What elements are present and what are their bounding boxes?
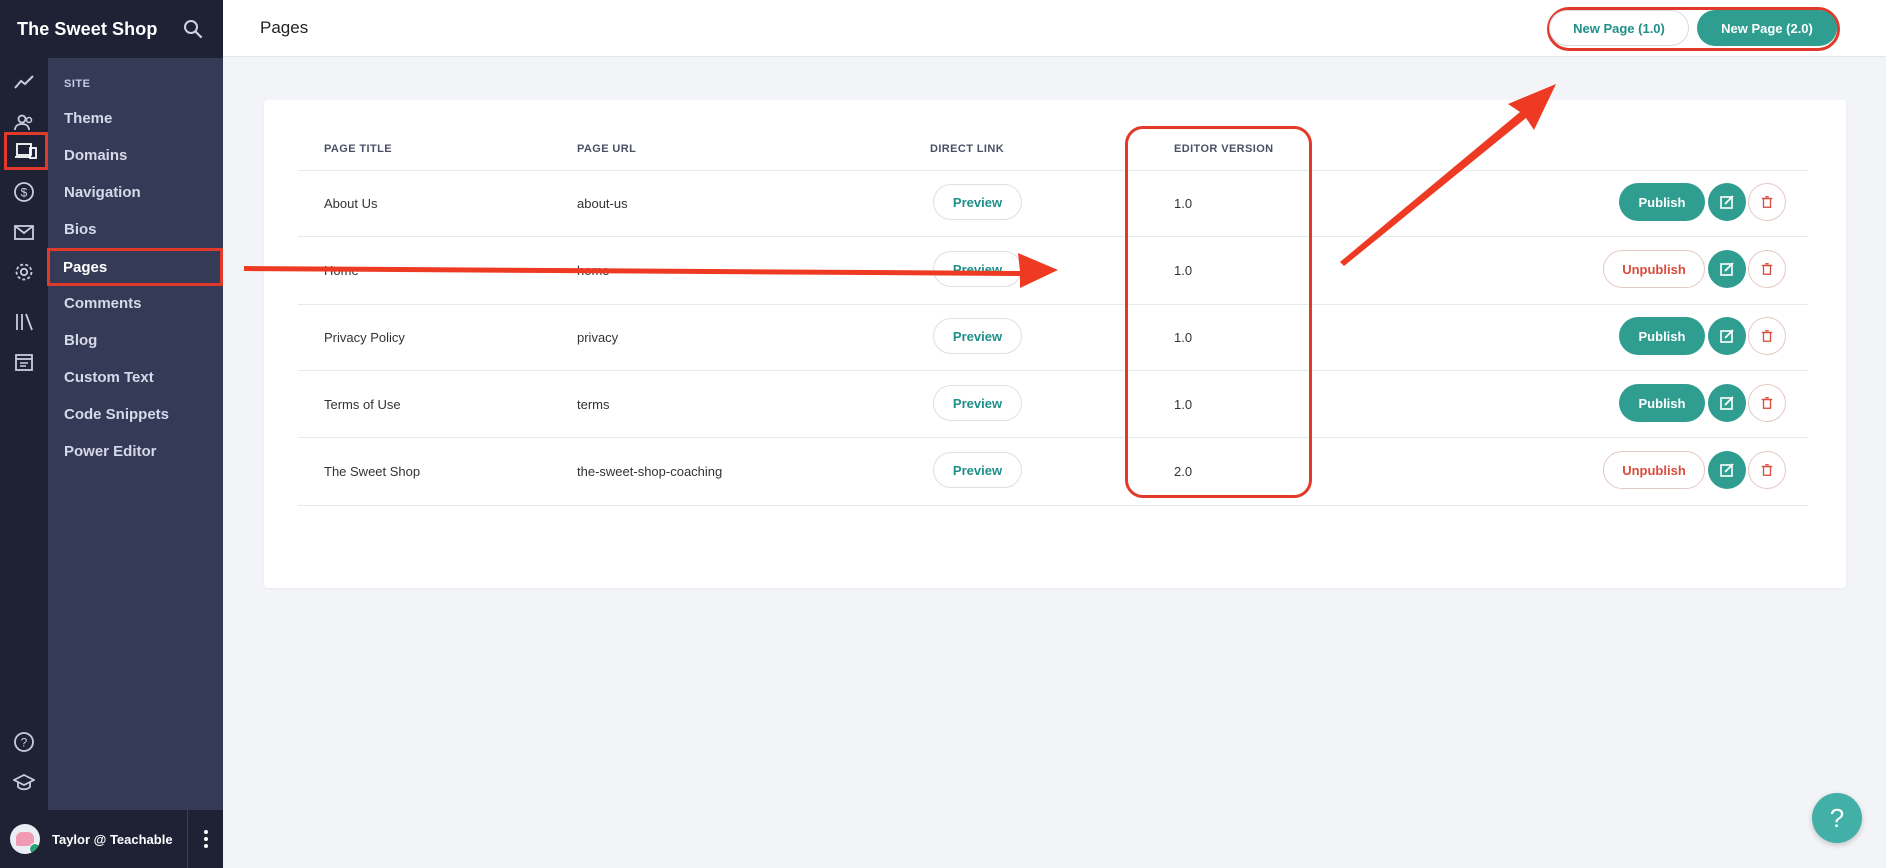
row-1-edit-icon[interactable]	[1708, 183, 1746, 221]
row-3-url: privacy	[577, 330, 619, 345]
calendar-icon[interactable]	[0, 342, 48, 382]
column-header-link: DIRECT LINK	[930, 143, 1005, 155]
row-4-title: Terms of Use	[324, 397, 401, 412]
submenu-item-power-editor[interactable]: Power Editor	[48, 433, 223, 469]
submenu-item-bios[interactable]: Bios	[48, 211, 223, 247]
row-3-delete-icon[interactable]	[1748, 317, 1786, 355]
search-icon[interactable]	[183, 19, 203, 39]
library-icon[interactable]	[0, 302, 48, 342]
more-options-icon[interactable]	[187, 810, 223, 868]
editor-version-highlight	[1125, 126, 1312, 498]
new-page-1-button[interactable]: New Page (1.0)	[1549, 10, 1689, 46]
header-divider	[298, 170, 1808, 171]
analytics-icon[interactable]	[0, 62, 48, 102]
row-1-url: about-us	[577, 196, 628, 211]
help-icon[interactable]: ?	[0, 722, 48, 762]
row-2-title: Home	[324, 263, 359, 278]
row-1-title: About Us	[324, 196, 378, 211]
row-5-preview-button[interactable]: Preview	[933, 452, 1022, 488]
new-page-2-button[interactable]: New Page (2.0)	[1697, 10, 1837, 46]
sales-icon[interactable]: $	[0, 172, 48, 212]
row-3-title: Privacy Policy	[324, 330, 405, 345]
submenu-item-navigation[interactable]: Navigation	[48, 174, 223, 210]
row-divider	[298, 370, 1808, 371]
row-4-url: terms	[577, 397, 610, 412]
svg-text:?: ?	[21, 736, 28, 750]
column-header-title: PAGE TITLE	[324, 143, 392, 155]
submenu-item-pages[interactable]: Pages	[47, 248, 223, 286]
row-divider	[298, 505, 1808, 506]
row-2-url: home	[577, 263, 610, 278]
row-4-edit-icon[interactable]	[1708, 384, 1746, 422]
row-divider	[298, 437, 1808, 438]
row-2-preview-button[interactable]: Preview	[933, 251, 1022, 287]
school-icon[interactable]	[0, 762, 48, 802]
submenu-item-code-snippets[interactable]: Code Snippets	[48, 396, 223, 432]
site-submenu: SITE Theme Domains Navigation Bios Pages…	[47, 58, 223, 810]
row-4-preview-button[interactable]: Preview	[933, 385, 1022, 421]
row-2-delete-icon[interactable]	[1748, 250, 1786, 288]
brand-bar: The Sweet Shop	[0, 0, 223, 58]
row-5-title: The Sweet Shop	[324, 464, 421, 479]
row-1-publish-button[interactable]: Publish	[1619, 183, 1705, 221]
row-divider	[298, 304, 1808, 305]
icon-rail: $ ?	[0, 58, 48, 810]
submenu-item-domains[interactable]: Domains	[48, 137, 223, 173]
row-5-unpublish-button[interactable]: Unpublish	[1603, 451, 1705, 489]
row-4-delete-icon[interactable]	[1748, 384, 1786, 422]
row-3-preview-button[interactable]: Preview	[933, 318, 1022, 354]
submenu-item-blog[interactable]: Blog	[48, 322, 223, 358]
page-title: Pages	[260, 18, 309, 37]
row-4-publish-button[interactable]: Publish	[1619, 384, 1705, 422]
row-3-edit-icon[interactable]	[1708, 317, 1746, 355]
submenu-heading: SITE	[64, 78, 91, 90]
row-divider	[298, 236, 1808, 237]
row-2-edit-icon[interactable]	[1708, 250, 1746, 288]
column-header-url: PAGE URL	[577, 143, 637, 155]
pages-table-card	[264, 100, 1846, 588]
submenu-item-theme[interactable]: Theme	[48, 100, 223, 136]
page-header: Pages New Page (1.0) New Page (2.0)	[223, 0, 1886, 57]
row-5-url: the-sweet-shop-coaching	[577, 464, 723, 479]
row-2-unpublish-button[interactable]: Unpublish	[1603, 250, 1705, 288]
site-icon[interactable]	[4, 132, 48, 170]
row-3-publish-button[interactable]: Publish	[1619, 317, 1705, 355]
svg-text:$: $	[21, 186, 28, 200]
row-5-edit-icon[interactable]	[1708, 451, 1746, 489]
row-1-delete-icon[interactable]	[1748, 183, 1786, 221]
row-5-delete-icon[interactable]	[1748, 451, 1786, 489]
status-badge	[29, 843, 40, 854]
email-icon[interactable]	[0, 212, 48, 252]
submenu-item-comments[interactable]: Comments	[48, 285, 223, 321]
settings-icon[interactable]	[0, 252, 48, 292]
user-footer: Taylor @ Teachable	[0, 810, 223, 868]
school-name[interactable]: The Sweet Shop	[17, 19, 157, 40]
help-chat-button[interactable]: ?	[1812, 793, 1862, 843]
row-1-preview-button[interactable]: Preview	[933, 184, 1022, 220]
user-name[interactable]: Taylor @ Teachable	[52, 832, 173, 847]
submenu-item-custom-text[interactable]: Custom Text	[48, 359, 223, 395]
avatar[interactable]	[10, 824, 40, 854]
